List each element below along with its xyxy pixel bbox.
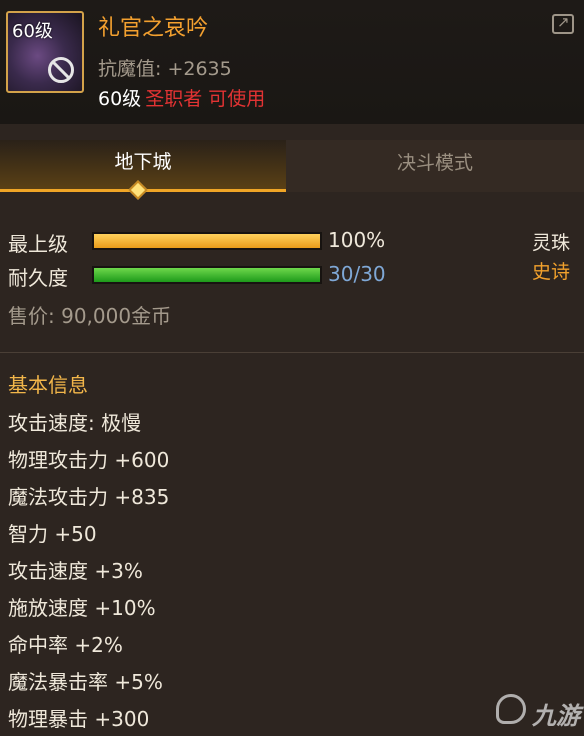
stat-line: 物理攻击力 +600 — [8, 448, 170, 472]
grade-label: 最上级 — [8, 232, 68, 256]
durability-value: 30/30 — [328, 262, 386, 286]
stat-line: 物理暴击 +300 — [8, 707, 150, 731]
req-class: 圣职者 可使用 — [145, 88, 266, 110]
stat-line: 攻击速度: 极慢 — [8, 411, 142, 435]
mode-tabs: 地下城 决斗模式 — [0, 140, 584, 192]
share-icon[interactable] — [552, 13, 574, 34]
stat-line: 施放速度 +10% — [8, 596, 156, 620]
resist-stat: 抗魔值: +2635 — [98, 54, 232, 81]
item-header: 60级 礼官之哀吟 抗魔值: +2635 60级 圣职者 可使用 — [0, 0, 584, 124]
stat-line: 魔法暴击率 +5% — [8, 670, 163, 694]
stat-line: 攻击速度 +3% — [8, 559, 143, 583]
requirement: 60级 圣职者 可使用 — [98, 84, 265, 111]
resist-label: 抗魔值: — [98, 58, 168, 80]
orb-label: 灵珠 — [532, 232, 571, 254]
grade-bar — [92, 232, 322, 250]
rarity-label: 史诗 — [532, 261, 571, 283]
grade-value: 100% — [328, 228, 386, 252]
jiuyou-logo-icon — [496, 694, 526, 724]
watermark-text: 九游 — [532, 702, 580, 730]
resist-value: +2635 — [167, 58, 232, 80]
stat-line: 命中率 +2% — [8, 633, 123, 657]
basic-info-title: 基本信息 — [8, 373, 88, 397]
item-icon[interactable]: 60级 — [6, 11, 84, 93]
divider — [0, 352, 584, 353]
stat-line: 智力 +50 — [8, 522, 97, 546]
durability-bar-fill — [94, 268, 320, 282]
sell-price: 售价: 90,000金币 — [8, 304, 172, 328]
item-name: 礼官之哀吟 — [98, 16, 209, 41]
item-level-badge: 60级 — [12, 21, 53, 42]
forbidden-icon — [48, 57, 74, 83]
durability-label: 耐久度 — [8, 266, 68, 290]
grade-bar-fill — [94, 234, 320, 248]
durability-bar — [92, 266, 322, 284]
req-level: 60级 — [98, 88, 142, 110]
tab-pvp[interactable]: 决斗模式 — [286, 140, 584, 192]
stat-line: 魔法攻击力 +835 — [8, 485, 170, 509]
watermark: 九游 — [496, 692, 582, 732]
